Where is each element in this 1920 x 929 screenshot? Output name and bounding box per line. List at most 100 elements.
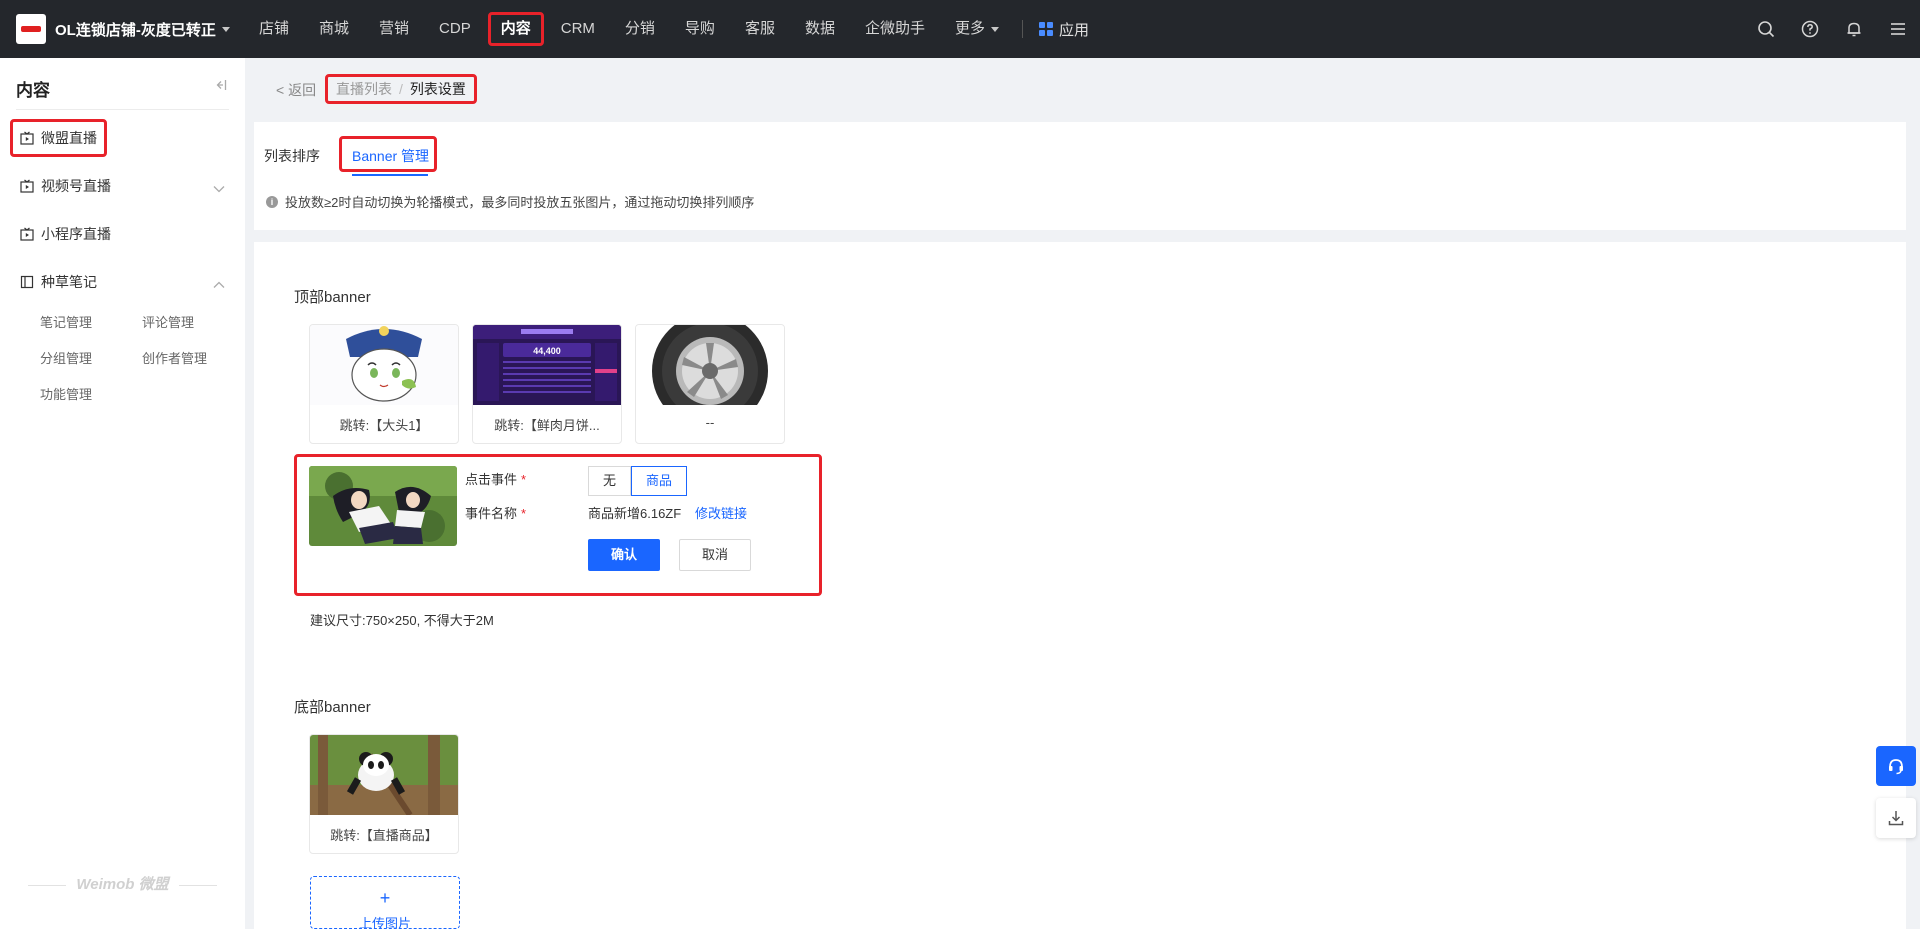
event-name-value: 商品新增6.16ZF: [588, 506, 682, 521]
sidebar: 内容 微盟直播 视频号直播 小程序直播 种草笔记 笔记管理 评论管理 分组管理 …: [0, 58, 245, 929]
banner-caption: 跳转:【鲜肉月饼...: [494, 418, 600, 433]
plus-icon: +: [379, 888, 391, 908]
banner-image: [309, 466, 457, 546]
sidebar-sub-feature-management[interactable]: 功能管理: [40, 384, 92, 403]
breadcrumb: 直播列表 / 列表设置: [325, 74, 477, 104]
highlight-frame: [339, 136, 437, 172]
nav-item-crm[interactable]: CRM: [546, 14, 610, 44]
nav-item-content[interactable]: 内容: [486, 12, 546, 46]
event-option-product[interactable]: 商品: [631, 466, 688, 496]
tab-list-sort[interactable]: 列表排序: [264, 146, 320, 166]
customer-service-button[interactable]: [1876, 746, 1916, 786]
bottom-banner-title: 底部banner: [294, 699, 371, 716]
nav-item-cdp[interactable]: CDP: [424, 14, 486, 44]
weimob-brand-logo: Weimob 微盟: [0, 873, 245, 894]
top-banner-title: 顶部banner: [294, 289, 371, 306]
banner-card[interactable]: 44,400 跳转:【鲜肉月饼...: [472, 324, 622, 444]
top-navigation-bar: OL连锁店铺-灰度已转正 店铺 商城 营销 CDP 内容 CRM 分销 导购 客…: [0, 0, 1920, 58]
download-icon: [1888, 811, 1904, 826]
live-icon: [20, 227, 34, 241]
banner-image: [310, 735, 458, 815]
breadcrumb-current: 列表设置: [409, 81, 466, 97]
book-icon: [20, 275, 34, 289]
info-icon: i: [266, 195, 278, 208]
tabs-panel: 列表排序 Banner 管理 i 投放数≥2时自动切换为轮播模式，最多同时投放五…: [254, 122, 1906, 230]
click-event-label: 点击事件 *: [465, 469, 526, 488]
sidebar-item-label: 视频号直播: [41, 178, 111, 194]
size-hint: 建议尺寸:750×250, 不得大于2M: [310, 613, 494, 628]
nav-item-guide[interactable]: 导购: [670, 14, 730, 44]
banner-card[interactable]: --: [635, 324, 785, 444]
info-tip-text: 投放数≥2时自动切换为轮播模式，最多同时投放五张图片，通过拖动切换排列顺序: [285, 195, 755, 210]
sidebar-item-weimob-live[interactable]: 微盟直播: [10, 119, 107, 157]
dashboard-number: 44,400: [533, 346, 561, 356]
info-tip: i 投放数≥2时自动切换为轮播模式，最多同时投放五张图片，通过拖动切换排列顺序: [266, 192, 754, 211]
required-mark: *: [521, 506, 527, 521]
sidebar-sub-group-management[interactable]: 分组管理: [40, 348, 92, 367]
help-icon[interactable]: [1788, 20, 1832, 38]
brand-text: Weimob 微盟: [76, 876, 169, 893]
main-nav: 店铺 商城 营销 CDP 内容 CRM 分销 导购 客服 数据 企微助手 更多 …: [244, 0, 1089, 58]
event-option-none[interactable]: 无: [588, 466, 632, 496]
back-button[interactable]: < 返回: [276, 80, 316, 100]
nav-item-wecom-assistant[interactable]: 企微助手: [850, 14, 940, 44]
event-name-label-text: 事件名称: [465, 506, 518, 521]
top-right-tools: [1744, 0, 1920, 58]
edit-link-button[interactable]: 修改链接: [695, 503, 747, 522]
confirm-button[interactable]: 确认: [588, 539, 660, 571]
apps-button[interactable]: 应用: [1031, 19, 1089, 40]
sidebar-item-label: 小程序直播: [41, 226, 111, 242]
click-event-label-text: 点击事件: [465, 472, 518, 487]
chevron-down-icon: [221, 26, 230, 32]
menu-icon[interactable]: [1876, 20, 1920, 38]
sidebar-sub-note-management[interactable]: 笔记管理: [40, 312, 92, 331]
headset-icon: [1889, 759, 1903, 775]
nav-item-service[interactable]: 客服: [730, 14, 790, 44]
sidebar-item-notes[interactable]: 种草笔记: [20, 270, 97, 294]
banner-caption: --: [705, 415, 715, 430]
nav-divider: [1022, 20, 1023, 38]
breadcrumb-live-list[interactable]: 直播列表: [336, 79, 392, 99]
sidebar-item-label: 微盟直播: [41, 130, 97, 146]
nav-item-marketing[interactable]: 营销: [364, 14, 424, 44]
sidebar-title: 内容: [16, 81, 50, 100]
active-tab-indicator: [352, 174, 428, 176]
page-header: < 返回 直播列表 / 列表设置: [254, 58, 1920, 118]
nav-item-more[interactable]: 更多: [940, 14, 1014, 44]
sidebar-item-label: 种草笔记: [41, 274, 97, 290]
breadcrumb-separator: /: [399, 81, 403, 97]
banner-image: [310, 325, 458, 405]
upload-label: 上传图片: [358, 916, 411, 929]
sidebar-sub-comment-management[interactable]: 评论管理: [142, 312, 194, 331]
nav-item-mall[interactable]: 商城: [304, 14, 364, 44]
sidebar-item-miniprogram-live[interactable]: 小程序直播: [20, 222, 111, 246]
shop-switcher[interactable]: OL连锁店铺-灰度已转正: [0, 14, 240, 44]
nav-item-distribution[interactable]: 分销: [610, 14, 670, 44]
shop-logo: [16, 14, 46, 44]
banner-caption: 跳转:【大头1】: [339, 418, 429, 433]
sidebar-item-channels-live[interactable]: 视频号直播: [20, 174, 111, 198]
download-button[interactable]: [1876, 798, 1916, 838]
event-name-label: 事件名称 *: [465, 503, 526, 522]
banner-panel: 顶部banner 跳转:【大头1】 44,400 跳转:【鲜肉月饼... -- …: [254, 242, 1906, 929]
chevron-up-icon[interactable]: [213, 276, 225, 292]
live-icon: [20, 131, 34, 145]
chevron-down-icon[interactable]: [213, 180, 225, 196]
collapse-sidebar-icon[interactable]: [213, 78, 227, 94]
apps-grid-icon: [1039, 22, 1053, 36]
notification-bell-icon[interactable]: [1832, 20, 1876, 38]
cancel-button[interactable]: 取消: [679, 539, 751, 571]
banner-card[interactable]: 跳转:【大头1】: [309, 324, 459, 444]
upload-image-button[interactable]: + 上传图片: [310, 876, 460, 929]
nav-item-store[interactable]: 店铺: [244, 14, 304, 44]
banner-caption: 跳转:【直播商品】: [330, 828, 438, 843]
chevron-down-icon: [991, 26, 999, 32]
sidebar-divider: [16, 109, 229, 110]
search-icon[interactable]: [1744, 20, 1788, 38]
required-mark: *: [521, 472, 527, 487]
live-icon: [20, 179, 34, 193]
sidebar-sub-creator-management[interactable]: 创作者管理: [142, 348, 207, 367]
banner-card[interactable]: 跳转:【直播商品】: [309, 734, 459, 854]
nav-item-data[interactable]: 数据: [790, 14, 850, 44]
click-event-selector: 无 商品: [588, 466, 688, 496]
